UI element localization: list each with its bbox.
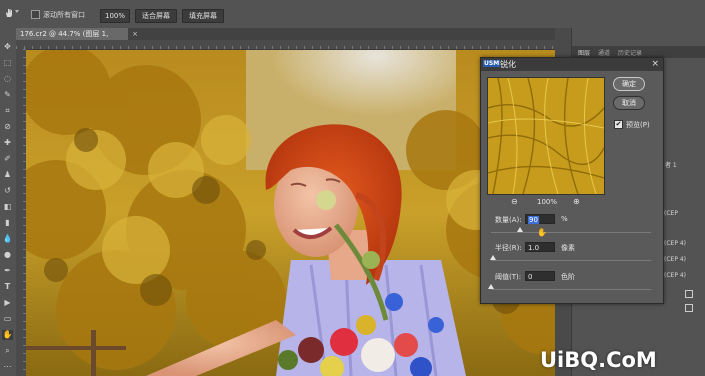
close-icon[interactable]: × — [651, 59, 659, 69]
options-bar: 滚动所有窗口 100% 适合屏幕 填充屏幕 — [0, 0, 705, 29]
dodge-tool-icon[interactable]: ● — [2, 250, 13, 260]
healing-brush-tool-icon[interactable]: ✚ — [2, 138, 13, 148]
amount-input[interactable]: 90 — [525, 214, 555, 224]
hand-tool-icon[interactable] — [4, 8, 14, 18]
lasso-tool-icon[interactable]: ◌ — [2, 74, 13, 84]
blur-tool-icon[interactable]: 💧 — [2, 234, 13, 244]
unsharp-mask-dialog: USM 锐化 × ⊖ 100% ⊕ 确定 取消 ✔ 预览(P) 数量(A): 9… — [480, 57, 664, 304]
pen-tool-icon[interactable]: ✒ — [2, 266, 13, 276]
type-tool-icon[interactable]: T — [2, 282, 13, 292]
radius-slider-track[interactable] — [491, 260, 651, 261]
cancel-button[interactable]: 取消 — [613, 96, 645, 110]
gradient-tool-icon[interactable]: ▮ — [2, 218, 13, 228]
quick-select-tool-icon[interactable]: ✎ — [2, 90, 13, 100]
preview-frame[interactable] — [487, 77, 605, 195]
close-icon[interactable]: × — [132, 28, 138, 40]
hand-tool-icon[interactable]: ✋ — [2, 330, 13, 340]
zoom-100-button[interactable]: 100% — [100, 9, 130, 23]
radius-slider-handle[interactable] — [489, 255, 496, 260]
amount-unit: % — [561, 215, 568, 223]
threshold-input[interactable]: 0 — [525, 271, 555, 281]
dialog-title: 锐化 — [500, 60, 516, 69]
clone-stamp-tool-icon[interactable]: ♟ — [2, 170, 13, 180]
scroll-all-windows-label: 滚动所有窗口 — [43, 11, 85, 19]
tab-channels[interactable]: 通道 — [598, 48, 610, 57]
tab-history[interactable]: 历史记录 — [618, 48, 642, 57]
path-select-tool-icon[interactable]: ▶ — [2, 298, 13, 308]
chevron-down-icon[interactable] — [15, 10, 19, 13]
lock-icon — [685, 290, 693, 298]
eraser-tool-icon[interactable]: ◧ — [2, 202, 13, 212]
threshold-slider-handle[interactable] — [488, 284, 494, 289]
radius-input[interactable]: 1.0 — [525, 242, 555, 252]
history-brush-tool-icon[interactable]: ↺ — [2, 186, 13, 196]
lock-icon — [685, 304, 693, 312]
cursor-icon: ✋ — [537, 228, 547, 237]
ok-button[interactable]: 确定 — [613, 77, 645, 91]
amount-value: 90 — [528, 216, 539, 224]
layer-row-label: 者 1 — [665, 162, 677, 169]
layer-row-label: (CEP 4) — [664, 240, 687, 247]
layer-row-label: (CEP — [664, 210, 678, 217]
amount-label: 数量(A): — [495, 216, 522, 224]
dialog-title-bar[interactable]: USM 锐化 × — [481, 58, 663, 71]
fit-screen-button[interactable]: 适合屏幕 — [135, 9, 177, 23]
fill-screen-button[interactable]: 填充屏幕 — [182, 9, 224, 23]
preview-checkbox[interactable]: ✔ — [614, 120, 623, 129]
threshold-slider-track[interactable] — [491, 289, 651, 290]
preview-zoom-level: 100% — [537, 198, 558, 206]
zoom-tool-icon[interactable]: ⌕ — [2, 346, 13, 356]
layer-row-label: (CEP 4) — [664, 256, 687, 263]
preview-label: 预览(P) — [626, 121, 650, 129]
radius-label: 半径(R): — [495, 244, 522, 252]
tab-layers[interactable]: 图层 — [578, 48, 590, 57]
radius-unit: 像素 — [561, 244, 575, 252]
document-tab[interactable]: 176.cr2 @ 44.7% (图层 1, RGB/8) *× — [16, 28, 138, 50]
zoom-out-icon[interactable]: ⊖ — [511, 197, 518, 206]
move-tool-icon[interactable]: ✥ — [2, 42, 13, 52]
rectangle-tool-icon[interactable]: ▭ — [2, 314, 13, 324]
horizontal-ruler — [16, 40, 571, 50]
scroll-all-windows-checkbox[interactable] — [31, 10, 40, 19]
threshold-label: 阈值(T): — [495, 273, 522, 281]
tools-panel: ✥ ⬚ ◌ ✎ ⌗ ⊘ ✚ ✐ ♟ ↺ ◧ ▮ 💧 ● ✒ T ▶ ▭ ✋ ⌕ … — [0, 28, 17, 376]
dialog-title-badge: USM — [483, 60, 501, 67]
layer-row-label: (CEP 4) — [664, 272, 687, 279]
brush-tool-icon[interactable]: ✐ — [2, 154, 13, 164]
threshold-unit: 色阶 — [561, 273, 575, 281]
crop-tool-icon[interactable]: ⌗ — [2, 106, 13, 116]
marquee-tool-icon[interactable]: ⬚ — [2, 58, 13, 68]
zoom-in-icon[interactable]: ⊕ — [573, 197, 580, 206]
more-tools-icon[interactable]: ⋯ — [2, 362, 13, 372]
eyedropper-tool-icon[interactable]: ⊘ — [2, 122, 13, 132]
amount-slider-handle[interactable] — [516, 227, 523, 232]
watermark: UiBQ.CoM — [540, 348, 657, 372]
amount-slider-track[interactable] — [491, 232, 651, 233]
